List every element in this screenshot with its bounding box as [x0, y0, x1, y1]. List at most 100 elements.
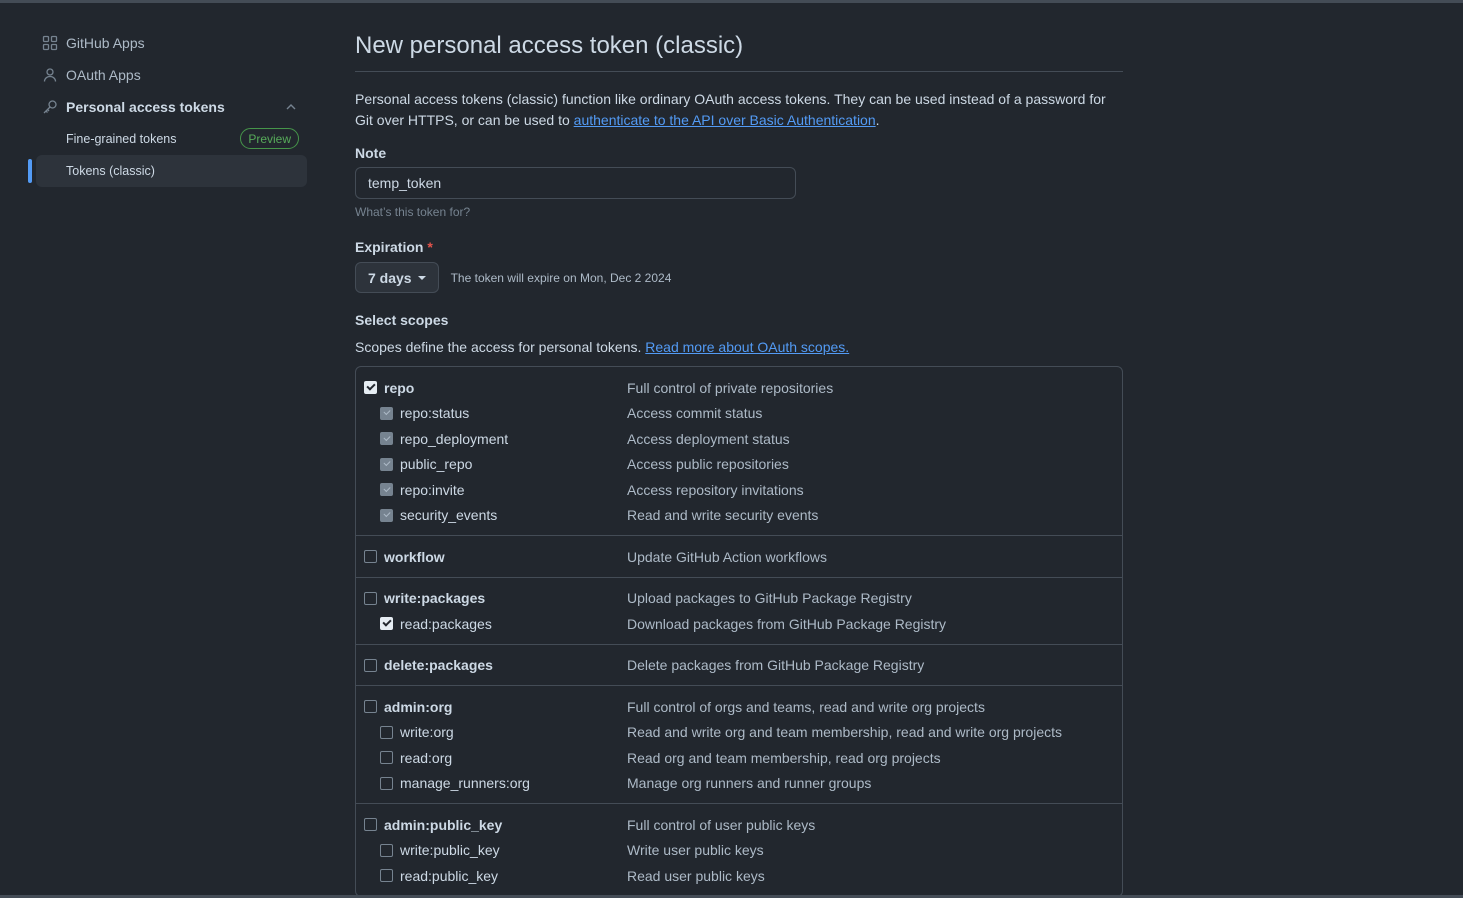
- basic-auth-link[interactable]: authenticate to the API over Basic Authe…: [574, 112, 876, 128]
- chevron-up-icon[interactable]: [283, 99, 299, 115]
- person-icon: [42, 67, 58, 83]
- scope-name: read:public_key: [400, 867, 499, 884]
- scope-row: repo Full control of private repositories: [356, 375, 1122, 401]
- caret-down-icon: [417, 275, 426, 280]
- scope-checkbox[interactable]: [380, 725, 393, 739]
- scope-name: manage_runners:org: [400, 775, 530, 792]
- scope-description: Full control of private repositories: [627, 379, 834, 396]
- sidebar-item-github-apps[interactable]: GitHub Apps: [28, 27, 307, 59]
- scope-checkbox: [380, 483, 393, 497]
- scope-checkbox[interactable]: [364, 591, 377, 605]
- sidebar-item-label: Personal access tokens: [66, 99, 225, 115]
- scope-row: manage_runners:org Manage org runners and…: [356, 771, 1122, 797]
- scope-description: Read and write org and team membership, …: [627, 724, 1062, 741]
- scope-row: public_repo Access public repositories: [356, 452, 1122, 478]
- scope-row: read:org Read org and team membership, re…: [356, 745, 1122, 771]
- page-title: New personal access token (classic): [355, 27, 1123, 72]
- scope-description: Update GitHub Action workflows: [627, 548, 827, 565]
- scope-description: Access public repositories: [627, 456, 789, 473]
- scope-description: Access commit status: [627, 405, 763, 422]
- scope-description: Delete packages from GitHub Package Regi…: [627, 657, 925, 674]
- scope-checkbox[interactable]: [364, 658, 377, 672]
- sidebar: GitHub Apps OAuth Apps Personal access t…: [28, 27, 307, 187]
- scope-description: Full control of user public keys: [627, 816, 816, 833]
- scope-row: repo_deployment Access deployment status: [356, 426, 1122, 452]
- scope-description: Manage org runners and runner groups: [627, 775, 872, 792]
- scope-group: admin:org Full control of orgs and teams,…: [356, 686, 1122, 804]
- scope-group: write:packages Upload packages to GitHub …: [356, 578, 1122, 645]
- note-label: Note: [355, 145, 387, 161]
- scope-group: delete:packages Delete packages from GitH…: [356, 645, 1122, 686]
- scope-name: repo_deployment: [400, 430, 509, 447]
- main-content: New personal access token (classic) Pers…: [355, 27, 1123, 897]
- scope-checkbox: [380, 457, 393, 471]
- scope-row: repo:status Access commit status: [356, 401, 1122, 427]
- scope-name: read:org: [400, 749, 453, 766]
- apps-grid-icon: [42, 35, 58, 51]
- scope-row: repo:invite Access repository invitations: [356, 477, 1122, 503]
- scope-row: security_events Read and write security e…: [356, 503, 1122, 529]
- scope-checkbox[interactable]: [380, 617, 393, 631]
- scope-row: delete:packages Delete packages from GitH…: [356, 653, 1122, 679]
- key-icon: [42, 99, 58, 115]
- scope-checkbox[interactable]: [380, 869, 393, 883]
- preview-badge: Preview: [240, 128, 299, 149]
- sidebar-item-label: GitHub Apps: [66, 35, 145, 51]
- scope-description: Upload packages to GitHub Package Regist…: [627, 590, 912, 607]
- scope-checkbox[interactable]: [380, 843, 393, 857]
- top-border: [0, 0, 1463, 3]
- expiration-label: Expiration *: [355, 239, 1123, 255]
- expiration-value: 7 days: [368, 269, 412, 286]
- scope-checkbox[interactable]: [380, 751, 393, 765]
- scopes-table: repo Full control of private repositories…: [355, 366, 1123, 897]
- scope-name: write:org: [400, 724, 454, 741]
- required-mark: *: [427, 239, 433, 255]
- select-scopes-label: Select scopes: [355, 312, 449, 328]
- scope-name: security_events: [400, 507, 498, 524]
- sidebar-item-label: Tokens (classic): [66, 164, 155, 178]
- scopes-description: Scopes define the access for personal to…: [355, 339, 1123, 355]
- scope-name: workflow: [384, 548, 445, 565]
- scope-name: write:public_key: [400, 842, 500, 859]
- scope-checkbox[interactable]: [364, 550, 377, 564]
- sidebar-item-tokens-classic[interactable]: Tokens (classic): [28, 155, 307, 187]
- scope-row: write:packages Upload packages to GitHub …: [356, 586, 1122, 612]
- scope-name: repo:status: [400, 405, 470, 422]
- scope-name: repo: [384, 379, 415, 396]
- oauth-scopes-link[interactable]: Read more about OAuth scopes.: [645, 339, 849, 355]
- note-hint: What’s this token for?: [355, 205, 471, 219]
- expiration-note: The token will expire on Mon, Dec 2 2024: [450, 270, 672, 285]
- scope-description: Write user public keys: [627, 842, 764, 859]
- scope-group: workflow Update GitHub Action workflows: [356, 536, 1122, 578]
- scope-name: read:packages: [400, 615, 492, 632]
- scope-checkbox[interactable]: [380, 776, 393, 790]
- scope-name: repo:invite: [400, 481, 465, 498]
- scope-name: public_repo: [400, 456, 473, 473]
- expiration-label-text: Expiration: [355, 239, 424, 255]
- sidebar-item-fine-grained-tokens[interactable]: Fine-grained tokens Preview: [28, 123, 307, 155]
- scope-row: admin:org Full control of orgs and teams,…: [356, 694, 1122, 720]
- scope-checkbox[interactable]: [364, 700, 377, 714]
- scope-description: Read user public keys: [627, 867, 765, 884]
- expiration-select[interactable]: 7 days: [355, 262, 439, 293]
- intro-text: Personal access tokens (classic) functio…: [355, 89, 1123, 131]
- scope-checkbox[interactable]: [364, 818, 377, 832]
- intro-text-end: .: [875, 112, 880, 128]
- scope-group: admin:public_key Full control of user pub…: [356, 804, 1122, 896]
- scope-row: write:public_key Write user public keys: [356, 838, 1122, 864]
- scope-description: Download packages from GitHub Package Re…: [627, 615, 947, 632]
- scope-description: Read and write security events: [627, 507, 819, 524]
- scope-checkbox[interactable]: [364, 381, 377, 395]
- active-indicator: [28, 159, 32, 183]
- scope-checkbox: [380, 508, 393, 522]
- note-input[interactable]: [355, 167, 796, 199]
- sidebar-item-oauth-apps[interactable]: OAuth Apps: [28, 59, 307, 91]
- sidebar-item-personal-access-tokens[interactable]: Personal access tokens: [28, 91, 307, 123]
- scope-description: Full control of orgs and teams, read and…: [627, 698, 985, 715]
- scopes-description-text: Scopes define the access for personal to…: [355, 339, 646, 355]
- sidebar-item-label: OAuth Apps: [66, 67, 141, 83]
- scope-group: repo Full control of private repositories…: [356, 367, 1122, 536]
- scope-row: write:org Read and write org and team mem…: [356, 720, 1122, 746]
- scope-description: Read org and team membership, read org p…: [627, 749, 941, 766]
- scope-row: admin:public_key Full control of user pub…: [356, 812, 1122, 838]
